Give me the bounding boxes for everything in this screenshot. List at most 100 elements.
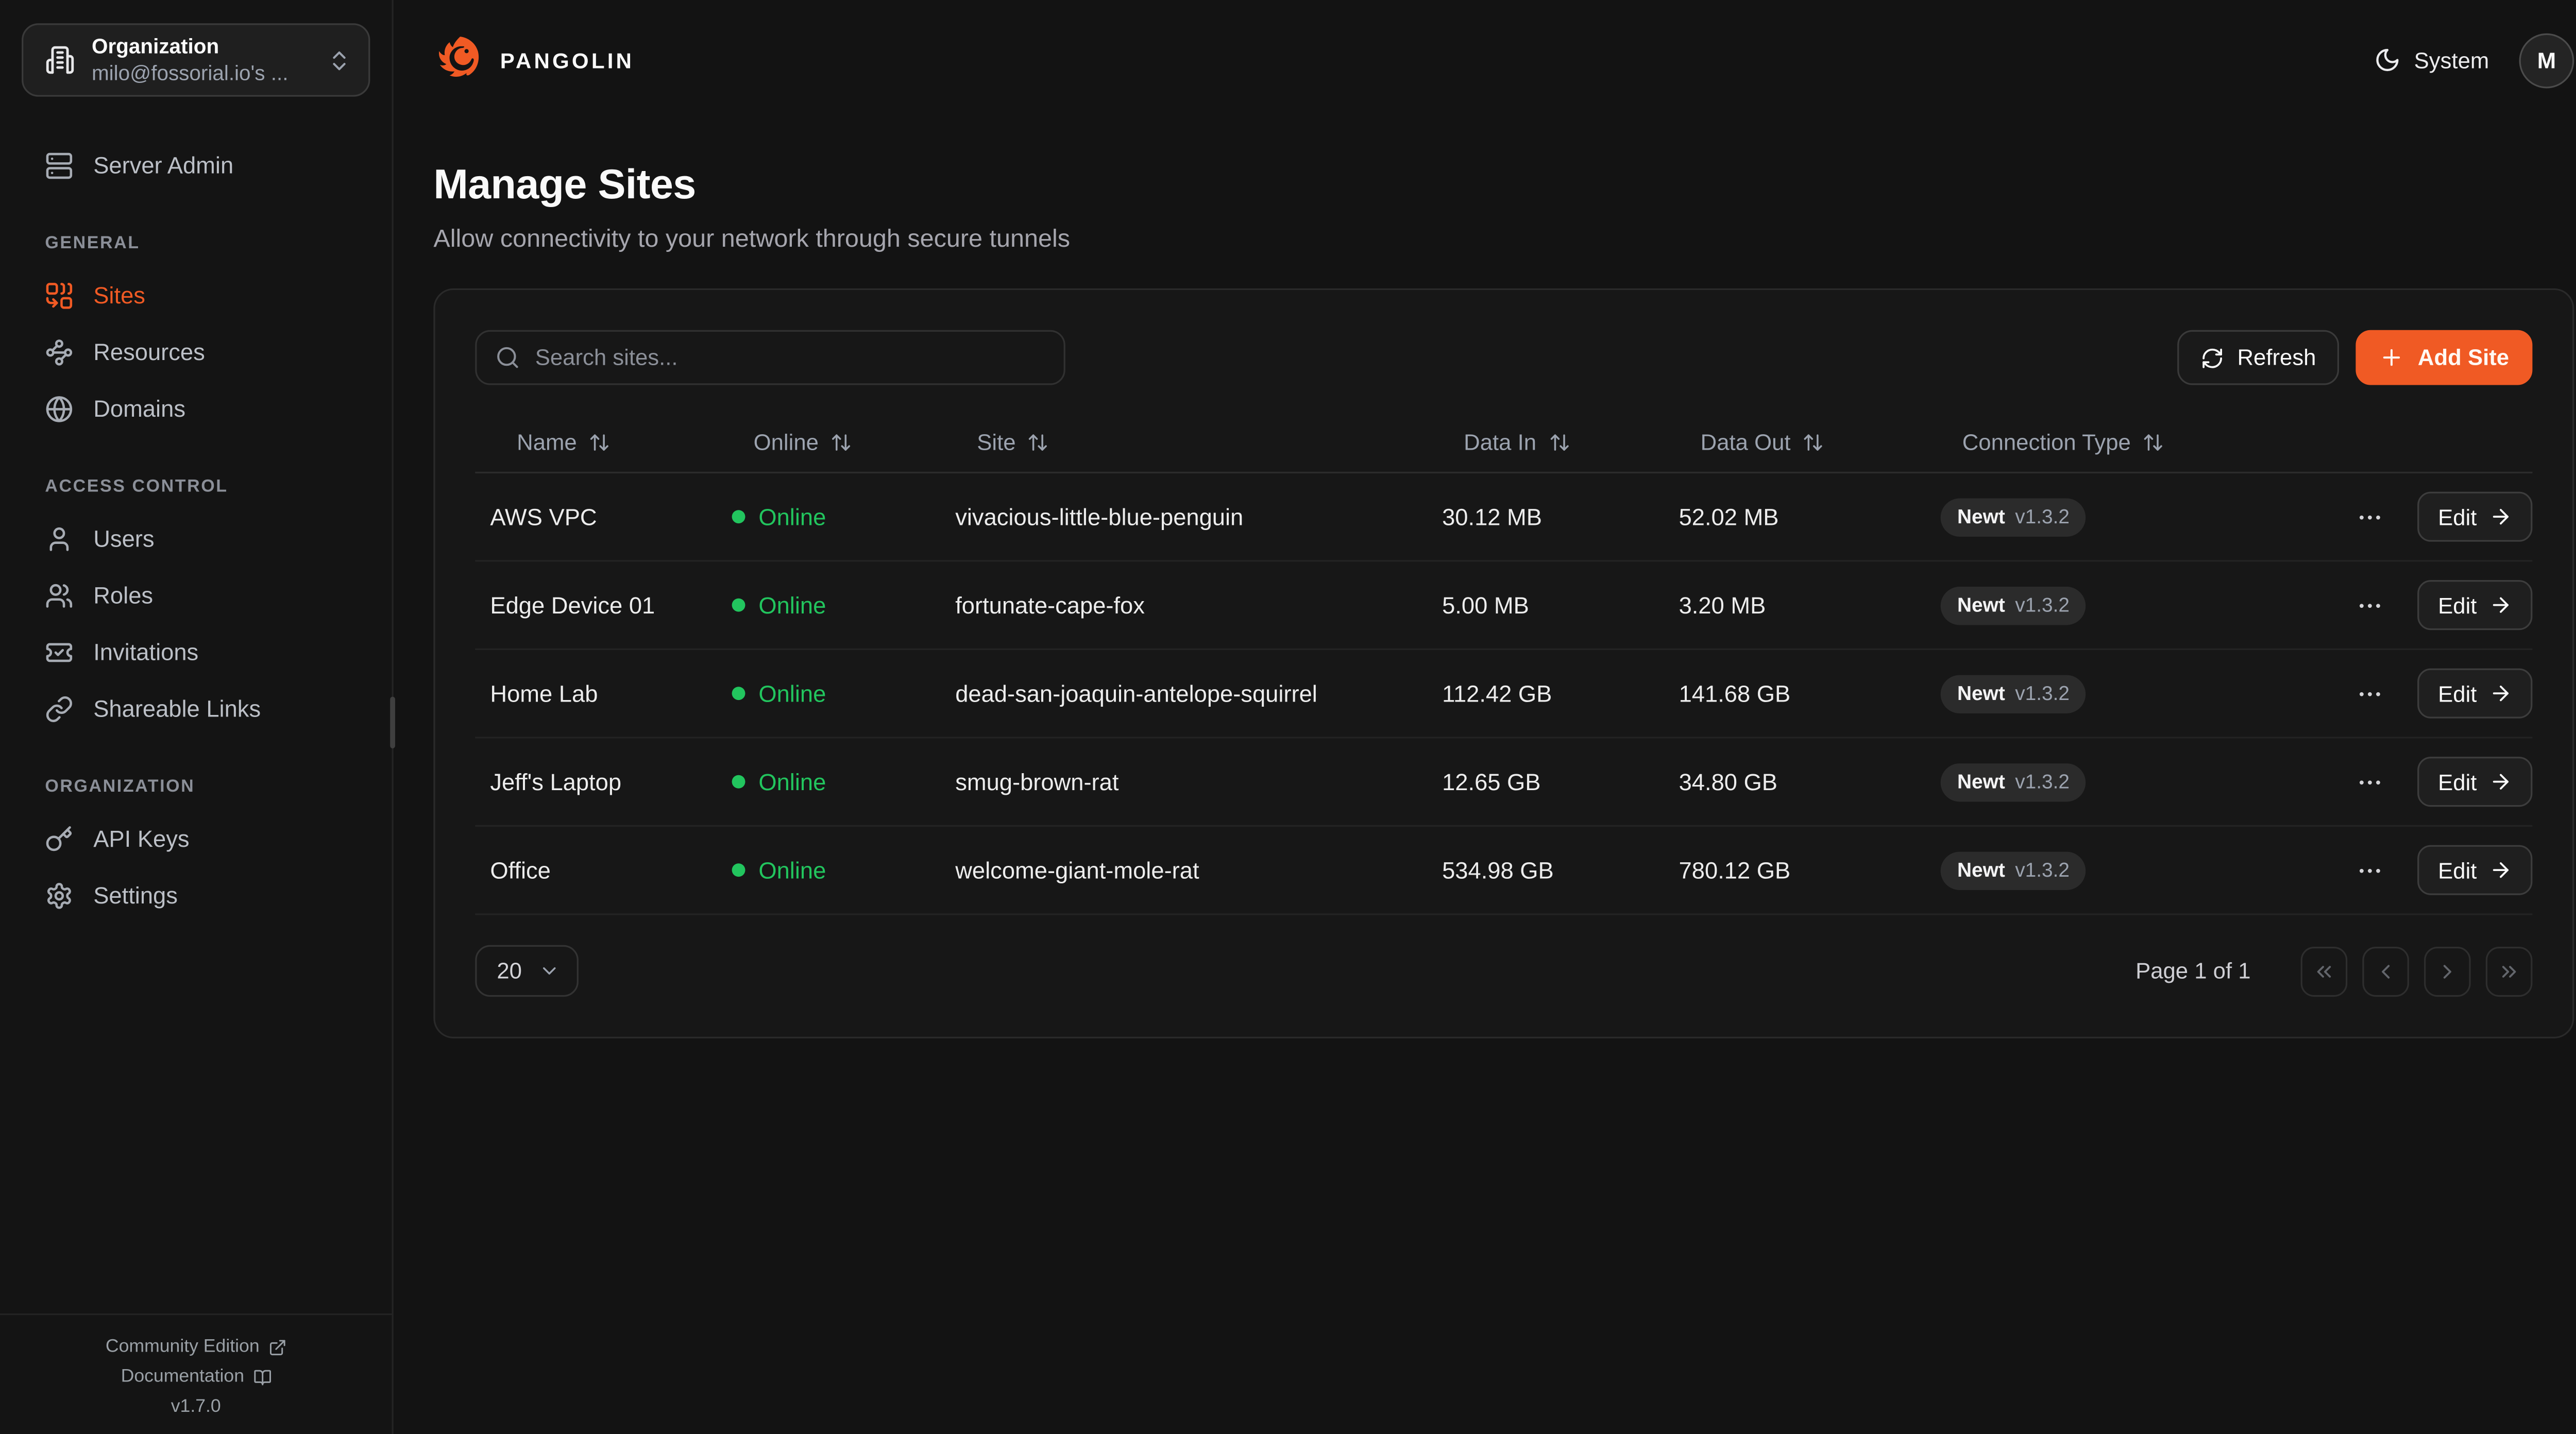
plus-icon: [2379, 345, 2404, 370]
sidebar-item-api-keys[interactable]: API Keys: [22, 810, 370, 867]
sidebar-item-resources[interactable]: Resources: [22, 323, 370, 380]
topbar: PANGOLIN System M: [433, 0, 2574, 120]
site-slug-cell: dead-san-joaquin-antelope-squirrel: [955, 680, 1442, 707]
refresh-button[interactable]: Refresh: [2177, 330, 2340, 385]
sidebar-item-label: Users: [93, 525, 154, 552]
connection-name: Newt: [1957, 505, 2005, 528]
last-page-button[interactable]: [2486, 946, 2533, 996]
row-menu-button[interactable]: [2336, 591, 2402, 619]
online-label: Online: [758, 503, 826, 530]
online-dot: [732, 510, 745, 523]
book-open-icon: [252, 1368, 271, 1386]
edit-button[interactable]: Edit: [2417, 845, 2532, 895]
community-edition-link[interactable]: Community Edition: [10, 1338, 382, 1356]
column-header-label: Connection Type: [1962, 429, 2131, 454]
arrow-right-icon: [2488, 770, 2512, 793]
site-name-cell: Jeff's Laptop: [475, 769, 732, 795]
org-picker-value: milo@fossorial.io's ...: [92, 60, 310, 87]
sidebar-item-domains[interactable]: Domains: [22, 380, 370, 437]
arrow-right-icon: [2488, 682, 2512, 705]
table-header-row: Name Online Site Data In Data Out: [475, 412, 2532, 473]
page-size-select[interactable]: 20: [475, 945, 579, 997]
column-header-data-out[interactable]: Data Out: [1679, 429, 1941, 454]
moon-icon: [2374, 47, 2401, 74]
edit-button[interactable]: Edit: [2417, 669, 2532, 719]
sidebar-item-roles[interactable]: Roles: [22, 567, 370, 623]
edit-label: Edit: [2438, 504, 2477, 530]
documentation-link[interactable]: Documentation: [10, 1368, 382, 1386]
chevron-right-icon: [2436, 959, 2459, 982]
connection-version: v1.3.2: [2015, 505, 2070, 528]
ellipsis-icon: [2355, 679, 2383, 708]
sort-icon: [1027, 431, 1049, 452]
online-label: Online: [758, 592, 826, 619]
sidebar-item-server-admin[interactable]: Server Admin: [22, 136, 370, 193]
theme-toggle[interactable]: System: [2374, 47, 2489, 74]
column-header-online[interactable]: Online: [732, 429, 956, 454]
site-name-cell: Office: [475, 857, 732, 883]
row-menu-button[interactable]: [2336, 767, 2402, 796]
section-label-organization: ORGANIZATION: [22, 777, 370, 797]
brand-name: PANGOLIN: [500, 47, 634, 73]
org-picker[interactable]: Organization milo@fossorial.io's ...: [22, 23, 370, 96]
sidebar-item-invitations[interactable]: Invitations: [22, 623, 370, 680]
online-dot: [732, 687, 745, 700]
arrow-right-icon: [2488, 593, 2512, 617]
data-out-cell: 3.20 MB: [1679, 592, 1941, 619]
sidebar-item-shareable-links[interactable]: Shareable Links: [22, 680, 370, 737]
site-slug-cell: welcome-giant-mole-rat: [955, 857, 1442, 883]
add-site-button[interactable]: Add Site: [2356, 330, 2532, 385]
sidebar-item-users[interactable]: Users: [22, 510, 370, 567]
ticket-check-icon: [45, 638, 73, 666]
org-picker-texts: Organization milo@fossorial.io's ...: [92, 33, 310, 87]
theme-toggle-label: System: [2414, 47, 2489, 73]
key-icon: [45, 824, 73, 852]
connection-type-badge: Newt v1.3.2: [1941, 498, 2087, 536]
previous-page-button[interactable]: [2362, 946, 2409, 996]
sidebar-item-label: Settings: [93, 882, 178, 909]
site-name-cell: AWS VPC: [475, 503, 732, 530]
community-edition-label: Community Edition: [106, 1338, 260, 1356]
edit-button[interactable]: Edit: [2417, 580, 2532, 630]
next-page-button[interactable]: [2424, 946, 2471, 996]
sites-card: Refresh Add Site Name Online Site: [433, 288, 2574, 1038]
first-page-button[interactable]: [2301, 946, 2348, 996]
column-header-label: Site: [977, 429, 1015, 454]
column-header-connection-type[interactable]: Connection Type: [1941, 429, 2274, 454]
column-header-data-in[interactable]: Data In: [1442, 429, 1679, 454]
search-box: [475, 330, 1065, 385]
row-menu-button[interactable]: [2336, 503, 2402, 531]
sort-icon: [1548, 431, 1570, 452]
row-menu-button[interactable]: [2336, 856, 2402, 884]
edit-button[interactable]: Edit: [2417, 757, 2532, 807]
sidebar-item-label: API Keys: [93, 825, 189, 852]
org-picker-label: Organization: [92, 33, 310, 60]
sidebar-item-label: Invitations: [93, 638, 198, 665]
site-name-cell: Home Lab: [475, 680, 732, 707]
sidebar-item-settings[interactable]: Settings: [22, 867, 370, 924]
connection-name: Newt: [1957, 859, 2005, 882]
chevron-left-icon: [2374, 959, 2397, 982]
refresh-label: Refresh: [2238, 345, 2316, 370]
row-menu-button[interactable]: [2336, 679, 2402, 708]
connection-type-badge: Newtv1.3.2: [1941, 674, 2087, 712]
chevron-down-icon: [538, 960, 560, 982]
column-header-site[interactable]: Site: [955, 429, 1442, 454]
column-header-label: Name: [517, 429, 577, 454]
sidebar-scrollbar-thumb[interactable]: [390, 697, 395, 748]
sidebar-footer: Community Edition Documentation v1.7.0: [0, 1312, 392, 1434]
ellipsis-icon: [2355, 767, 2383, 796]
column-header-name[interactable]: Name: [475, 429, 732, 454]
edit-button[interactable]: Edit: [2417, 492, 2532, 542]
avatar-initial: M: [2537, 47, 2556, 73]
online-status-cell: Online: [732, 680, 956, 707]
avatar[interactable]: M: [2519, 32, 2574, 88]
column-header-label: Online: [754, 429, 819, 454]
sidebar: Organization milo@fossorial.io's ... Ser…: [0, 0, 394, 1434]
table-row: AWS VPC Online vivacious-little-blue-pen…: [475, 473, 2532, 562]
app-window: Organization milo@fossorial.io's ... Ser…: [0, 0, 2576, 1434]
sidebar-item-sites[interactable]: Sites: [22, 267, 370, 323]
section-label-access-control: ACCESS CONTROL: [22, 476, 370, 497]
search-input[interactable]: [535, 345, 1045, 370]
online-dot: [732, 599, 745, 612]
